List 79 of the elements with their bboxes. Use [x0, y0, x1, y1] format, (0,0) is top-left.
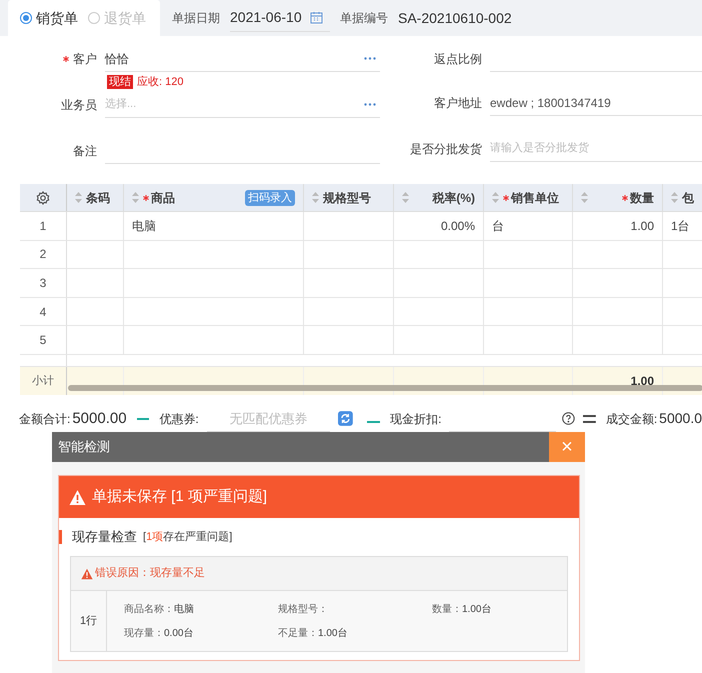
detail-value: 1.00台 — [462, 602, 492, 616]
row-number: 5 — [20, 326, 67, 354]
document-number: SA-20210610-002 — [398, 8, 512, 28]
table-cell-text: 1.00 — [630, 218, 654, 235]
final-label: 成交金额: — [606, 410, 658, 428]
equals-icon — [582, 414, 596, 423]
row-number: 3 — [20, 269, 67, 297]
customer-field[interactable]: 恰恰 — [105, 46, 380, 72]
receivable-text: 应收: 120 — [137, 74, 184, 90]
sort-icon[interactable] — [132, 192, 139, 203]
sort-icon[interactable] — [671, 192, 678, 203]
field-label: 单据日期 — [172, 10, 220, 27]
field-label: 客户地址 — [434, 95, 482, 112]
detail-value: 1.00台 — [318, 626, 348, 640]
column-header: 条码 — [86, 190, 110, 206]
field-label: 单据编号 — [340, 10, 388, 27]
date-field[interactable]: 2021-06-10 — [230, 4, 330, 32]
address-field[interactable]: ewdew ; 18001347419 — [490, 90, 702, 116]
sort-icon[interactable] — [492, 192, 499, 203]
settlement-tag: 现结 — [107, 75, 133, 89]
column-header: 数量 — [630, 190, 654, 206]
dialog-title: 智能检测 — [57, 438, 111, 456]
detail-value: 电脑 — [174, 602, 194, 616]
warning-icon — [69, 488, 86, 506]
settings-icon[interactable] — [36, 190, 50, 204]
minus-icon — [367, 421, 380, 424]
column-header: 销售单位 — [511, 190, 559, 206]
sort-icon[interactable] — [402, 192, 409, 203]
banner-text: 单据未保存 [1 项严重问题] — [92, 486, 268, 507]
warning-icon — [81, 568, 93, 580]
final-amount: 5000.0 — [659, 409, 702, 428]
subtotal-label: 小计 — [20, 366, 67, 395]
subtotal-value: 1.00 — [630, 372, 654, 390]
more-icon[interactable] — [364, 57, 376, 60]
total-amount: 5000.00 — [72, 408, 127, 429]
sort-icon[interactable] — [581, 192, 588, 203]
refresh-icon[interactable] — [338, 411, 354, 426]
coupon-label: 优惠券: — [159, 410, 199, 428]
salesman-field[interactable]: 选择... — [105, 92, 380, 118]
table-cell-text: 0.00% — [440, 218, 475, 235]
row-number: 1 — [20, 212, 67, 240]
field-label: 备注 — [73, 143, 97, 160]
detail-label: 规格型号： — [278, 602, 328, 616]
field-label: 返点比例 — [434, 51, 482, 68]
detail-value: 0.00台 — [164, 626, 194, 640]
field-label: 客户 — [73, 51, 97, 68]
row-label: 1行 — [71, 591, 107, 651]
doc-type-radio[interactable]: 销货单 — [20, 8, 78, 28]
error-reason: 错误原因：现存量不足 — [95, 566, 205, 582]
total-label: 金额合计: — [19, 410, 70, 428]
horizontal-scrollbar[interactable] — [68, 384, 702, 391]
column-header: 税率(%) — [432, 190, 475, 206]
detail-label: 数量： — [432, 602, 462, 616]
section-title: 现存量检查 — [72, 528, 137, 546]
column-header: 商品 — [151, 190, 175, 206]
table-cell-text: 1台 — [671, 218, 690, 235]
sort-icon[interactable] — [312, 192, 319, 203]
detail-label: 现存量： — [124, 626, 164, 640]
help-icon[interactable] — [562, 412, 575, 426]
section-note: [1项存在严重问题] — [143, 530, 232, 545]
cash-discount-label: 现金折扣: — [390, 410, 442, 428]
detail-label: 商品名称： — [124, 602, 174, 616]
row-number: 4 — [20, 298, 67, 326]
table-cell-text: 台 — [492, 218, 504, 235]
sort-icon[interactable] — [75, 192, 82, 203]
column-header: 包 — [682, 190, 694, 206]
scan-entry-button[interactable]: 扫码录入 — [245, 190, 295, 206]
batch-field[interactable]: 请输入是否分批发货 — [490, 136, 702, 162]
detail-label: 不足量： — [278, 626, 318, 640]
minus-icon — [136, 418, 150, 420]
doc-type-radio[interactable]: 退货单 — [88, 8, 146, 28]
row-number: 2 — [20, 240, 67, 268]
table-cell-text: 电脑 — [132, 218, 156, 235]
column-header: 规格型号 — [323, 190, 371, 206]
field-label: 业务员 — [61, 97, 97, 114]
field-label: 是否分批发货 — [410, 141, 482, 158]
close-button[interactable]: × — [549, 432, 585, 462]
calendar-icon — [310, 11, 323, 24]
more-icon[interactable] — [364, 103, 376, 106]
